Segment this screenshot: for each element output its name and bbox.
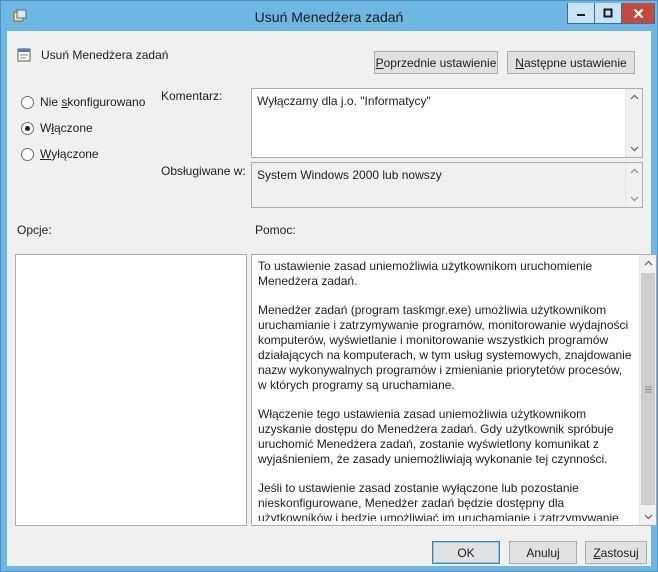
- help-paragraph: To ustawienie zasad uniemożliwia użytkow…: [258, 259, 593, 288]
- comment-scroll-down[interactable]: [626, 141, 642, 157]
- apply-button[interactable]: Zastosuj: [585, 541, 647, 564]
- minimize-icon: [577, 14, 585, 16]
- radio-not-configured-indicator[interactable]: [21, 95, 34, 109]
- supported-on-box: System Windows 2000 lub nowszy: [251, 162, 643, 208]
- supported-scroll-up[interactable]: [626, 163, 642, 179]
- chevron-down-icon: [630, 146, 638, 152]
- radio-disabled-indicator[interactable]: [21, 147, 34, 161]
- comment-scroll-up[interactable]: [626, 89, 642, 105]
- radio-enabled[interactable]: Włączone: [21, 121, 93, 135]
- help-scrollbar[interactable]: [639, 255, 656, 525]
- title-bar[interactable]: Usuń Menedżera zadań: [1, 1, 657, 31]
- radio-enabled-label: Włączone: [40, 121, 93, 135]
- radio-not-configured-label: Nie skonfigurowano: [40, 95, 146, 109]
- help-label: Pomoc:: [255, 223, 296, 237]
- maximize-icon: [603, 8, 613, 18]
- dialog-client-area: Usuń Menedżera zadań Poprzednie ustawien…: [7, 31, 657, 566]
- help-scroll-up[interactable]: [640, 255, 656, 271]
- supported-scrollbar[interactable]: [625, 163, 642, 207]
- comment-textbox[interactable]: Wyłączamy dla j.o. "Informatycy": [251, 88, 643, 158]
- dialog-window: Usuń Menedżera zadań Usuń Menedżera zada…: [0, 0, 658, 572]
- maximize-button[interactable]: [595, 3, 622, 24]
- chevron-up-icon: [630, 168, 638, 174]
- window-title: Usuń Menedżera zadań: [254, 9, 404, 25]
- close-button[interactable]: [622, 3, 655, 24]
- grip-icon: [644, 386, 652, 392]
- cancel-button[interactable]: Anuluj: [509, 541, 577, 564]
- supported-value: System Windows 2000 lub nowszy: [257, 168, 442, 182]
- chevron-down-icon: [644, 514, 652, 520]
- chevron-down-icon: [630, 196, 638, 202]
- close-icon: [633, 8, 643, 18]
- setting-name: Usuń Menedżera zadań: [41, 48, 169, 62]
- policy-setting-icon: [17, 48, 31, 62]
- comment-label: Komentarz:: [161, 89, 223, 103]
- options-label: Opcje:: [17, 223, 52, 237]
- next-setting-button[interactable]: Następne ustawienie: [507, 51, 635, 74]
- help-paragraph: Jeśli to ustawienie zasad zostanie wyłąc…: [258, 481, 619, 521]
- supported-label: Obsługiwane w:: [161, 164, 246, 178]
- help-panel[interactable]: To ustawienie zasad uniemożliwia użytkow…: [251, 254, 657, 526]
- help-paragraph: Menedżer zadań (program taskmgr.exe) umo…: [258, 303, 632, 392]
- radio-disabled[interactable]: Wyłączone: [21, 147, 99, 161]
- comment-value: Wyłączamy dla j.o. "Informatycy": [257, 94, 431, 108]
- help-paragraph: Włączenie tego ustawienia zasad uniemożl…: [258, 407, 614, 466]
- previous-setting-button[interactable]: Poprzednie ustawienie: [374, 51, 498, 74]
- apply-label: Zastosuj: [593, 545, 639, 560]
- help-scroll-thumb[interactable]: [641, 273, 655, 505]
- next-setting-label: Następne ustawienie: [515, 55, 627, 70]
- chevron-up-icon: [630, 94, 638, 100]
- radio-enabled-indicator[interactable]: [21, 121, 34, 135]
- chevron-up-icon: [644, 260, 652, 266]
- ok-button[interactable]: OK: [432, 541, 500, 564]
- radio-not-configured[interactable]: Nie skonfigurowano: [21, 95, 145, 109]
- comment-scrollbar[interactable]: [625, 89, 642, 157]
- radio-disabled-label: Wyłączone: [40, 147, 99, 161]
- options-panel: [15, 254, 247, 526]
- help-scroll-down[interactable]: [640, 509, 656, 525]
- previous-setting-label: Poprzednie ustawienie: [375, 55, 497, 70]
- help-text: To ustawienie zasad uniemożliwia użytkow…: [258, 259, 634, 521]
- minimize-button[interactable]: [567, 3, 595, 24]
- supported-scroll-down[interactable]: [626, 191, 642, 207]
